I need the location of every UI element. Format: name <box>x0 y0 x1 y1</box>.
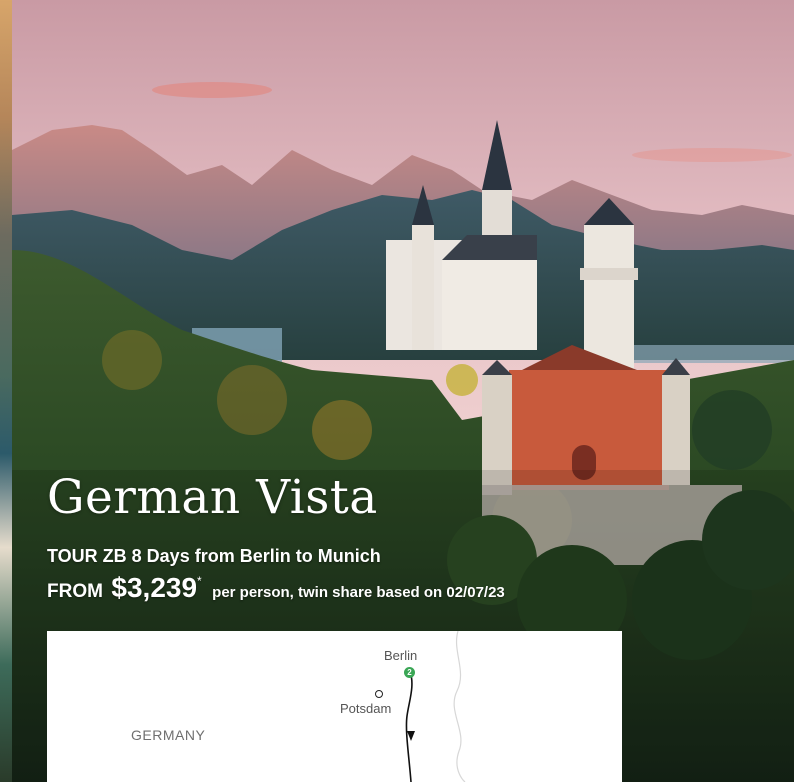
map-stop-marker-berlin: 2 <box>404 667 415 678</box>
adjacent-page-edge <box>0 0 12 782</box>
tour-title: German Vista <box>47 470 378 525</box>
from-label: FROM <box>47 581 103 602</box>
route-map: Berlin 2 Potsdam GERMANY <box>47 631 622 782</box>
route-map-lines <box>405 631 466 782</box>
price-note: per person, twin share based on 02/07/23 <box>212 584 505 601</box>
price-line: FROM $3,239* per person, twin share base… <box>47 572 505 604</box>
map-city-label-potsdam: Potsdam <box>340 701 392 716</box>
price-amount: $3,239 <box>111 572 198 603</box>
map-city-label-berlin: Berlin <box>384 648 418 663</box>
price-asterisk: * <box>197 574 202 588</box>
tour-code-line: TOUR ZB 8 Days from Berlin to Munich <box>47 546 381 566</box>
map-country-label: GERMANY <box>131 727 206 743</box>
map-city-dot-potsdam <box>375 690 383 698</box>
